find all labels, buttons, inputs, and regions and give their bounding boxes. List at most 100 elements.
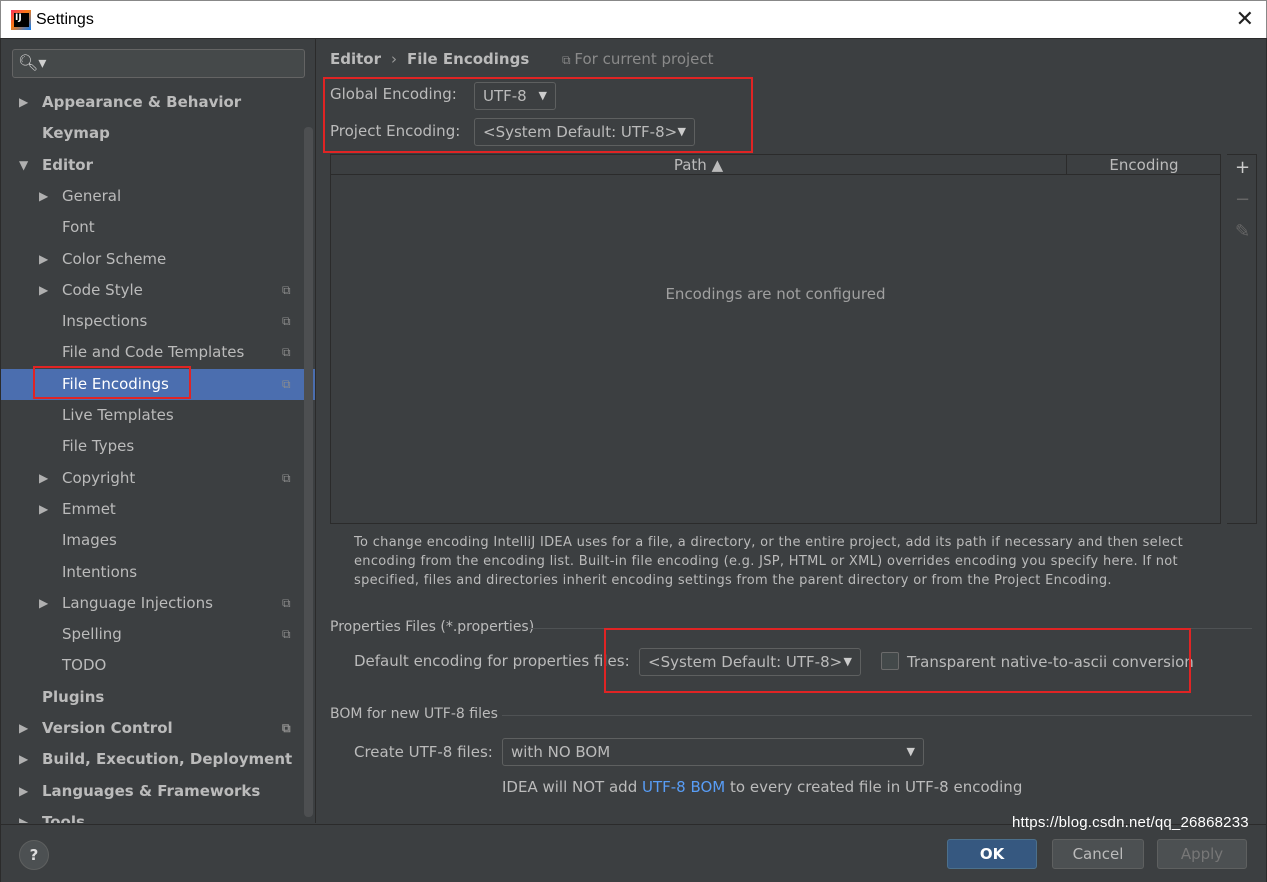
chevron-down-icon: ▼	[843, 655, 852, 668]
sidebar-item-code-style[interactable]: ▶ Code Style ⧉	[1, 275, 315, 306]
intellij-logo-icon	[11, 10, 31, 30]
sidebar-item-copyright[interactable]: ▶ Copyright ⧉	[1, 463, 315, 494]
sidebar-item-label: File Encodings	[62, 374, 169, 393]
global-encoding-combo[interactable]: UTF-8 ▼	[474, 82, 556, 110]
sidebar-item-label: File Types	[62, 437, 135, 456]
settings-search-field[interactable]: 🔍︎▾	[12, 49, 305, 78]
table-toolbar: + − ✎	[1227, 154, 1257, 524]
breadcrumb-separator: ›	[391, 50, 397, 68]
collapsed-arrow-icon[interactable]: ▶	[19, 87, 28, 118]
add-icon[interactable]: +	[1235, 157, 1250, 178]
scope-text: For current project	[574, 50, 714, 68]
sidebar-item-font[interactable]: Font	[1, 212, 315, 243]
sidebar-item-label: Tools	[42, 812, 85, 823]
sidebar-item-label: Font	[62, 218, 95, 237]
sidebar-item-language-injections[interactable]: ▶ Language Injections ⧉	[1, 588, 315, 619]
collapsed-arrow-icon[interactable]: ▶	[19, 776, 28, 807]
breadcrumb-parent[interactable]: Editor	[330, 50, 381, 68]
sidebar-item-appearance-behavior[interactable]: ▶ Appearance & Behavior	[1, 87, 315, 118]
project-encoding-value: <System Default: UTF-8>	[483, 123, 678, 141]
help-button[interactable]: ?	[19, 840, 49, 870]
collapsed-arrow-icon[interactable]: ▶	[39, 494, 48, 525]
column-header-encoding[interactable]: Encoding	[1068, 155, 1220, 175]
remove-icon[interactable]: −	[1235, 189, 1250, 210]
bom-value: with NO BOM	[511, 743, 611, 761]
sidebar-item-languages-frameworks[interactable]: ▶ Languages & Frameworks	[1, 776, 315, 807]
utf8-bom-link[interactable]: UTF-8 BOM	[642, 778, 725, 796]
collapsed-arrow-icon[interactable]: ▶	[39, 244, 48, 275]
sidebar-item-spelling[interactable]: Spelling ⧉	[1, 619, 315, 650]
sidebar-item-label: Copyright	[62, 468, 136, 487]
properties-section-title: Properties Files (*.properties)	[330, 619, 535, 635]
sidebar-item-label: TODO	[62, 656, 107, 675]
sidebar-item-label: Spelling	[62, 625, 122, 644]
watermark-url: https://blog.csdn.net/qq_26868233	[1012, 814, 1249, 831]
sidebar-item-todo[interactable]: TODO	[1, 650, 315, 681]
sidebar-item-intentions[interactable]: Intentions	[1, 557, 315, 588]
collapsed-arrow-icon[interactable]: ▶	[19, 744, 28, 775]
sidebar-item-plugins[interactable]: Plugins	[1, 682, 315, 713]
sidebar-item-inspections[interactable]: Inspections ⧉	[1, 306, 315, 337]
cancel-button[interactable]: Cancel	[1052, 839, 1144, 869]
settings-content: Editor › File Encodings ⧉ For current proj…	[317, 39, 1267, 823]
sidebar-item-editor[interactable]: ▼ Editor	[1, 150, 315, 181]
sidebar-item-label: Version Control	[42, 719, 173, 737]
sidebar-item-file-encodings[interactable]: File Encodings ⧉	[1, 368, 315, 400]
collapsed-arrow-icon[interactable]: ▶	[39, 463, 48, 494]
sidebar-item-label: Code Style	[62, 280, 143, 299]
sidebar-item-label: Color Scheme	[62, 249, 167, 268]
native-to-ascii-checkbox[interactable]	[881, 652, 899, 670]
bom-note: IDEA will NOT add UTF-8 BOM to every cre…	[502, 778, 1022, 796]
sidebar-item-label: File and Code Templates	[62, 343, 245, 362]
sidebar-item-version-control[interactable]: ▶ Version Control ⧉	[1, 713, 315, 744]
native-to-ascii-label[interactable]: Transparent native-to-ascii conversion	[907, 653, 1194, 671]
sidebar-item-tools[interactable]: ▶ Tools	[1, 807, 315, 823]
properties-encoding-value: <System Default: UTF-8>	[648, 653, 843, 671]
apply-button[interactable]: Apply	[1157, 839, 1247, 869]
sidebar-item-label: Appearance & Behavior	[42, 93, 242, 111]
collapsed-arrow-icon[interactable]: ▶	[39, 181, 48, 212]
sidebar-item-file-and-code-templates[interactable]: File and Code Templates ⧉	[1, 337, 315, 368]
sidebar-item-file-types[interactable]: File Types	[1, 431, 315, 462]
chevron-down-icon: ▼	[906, 745, 915, 758]
bom-combo[interactable]: with NO BOM ▼	[502, 738, 924, 766]
project-scope-icon: ⧉	[282, 345, 291, 360]
sidebar-item-keymap[interactable]: Keymap	[1, 118, 315, 149]
sidebar-item-label: Keymap	[42, 124, 110, 143]
sidebar-item-label: Inspections	[62, 312, 148, 331]
sidebar-item-label: Images	[62, 531, 117, 550]
column-header-path[interactable]: Path ▲	[331, 155, 1067, 175]
sidebar-item-images[interactable]: Images	[1, 525, 315, 556]
collapsed-arrow-icon[interactable]: ▶	[19, 807, 28, 823]
search-icon: 🔍︎▾	[18, 53, 47, 72]
edit-icon[interactable]: ✎	[1235, 221, 1250, 242]
create-utf8-label: Create UTF-8 files:	[354, 743, 493, 761]
properties-encoding-label: Default encoding for properties files:	[354, 652, 630, 670]
sidebar-item-build-execution-deployment[interactable]: ▶ Build, Execution, Deployment	[1, 744, 315, 775]
dialog-button-bar: ? OK Cancel Apply	[1, 824, 1266, 882]
sidebar-item-label: Live Templates	[62, 406, 174, 424]
breadcrumb: Editor › File Encodings	[330, 50, 529, 68]
table-header: Path ▲ Encoding	[331, 155, 1220, 175]
encodings-table[interactable]: Path ▲ Encoding Encodings are not config…	[330, 154, 1221, 524]
project-encoding-label: Project Encoding:	[330, 122, 461, 140]
collapsed-arrow-icon[interactable]: ▶	[39, 588, 48, 619]
sidebar-item-emmet[interactable]: ▶ Emmet	[1, 494, 315, 525]
close-icon[interactable]: ✕	[1236, 7, 1254, 32]
sidebar-item-color-scheme[interactable]: ▶ Color Scheme	[1, 244, 315, 275]
window-title: Settings	[36, 11, 94, 28]
collapsed-arrow-icon[interactable]: ▶	[19, 713, 28, 744]
table-empty-text: Encodings are not configured	[665, 285, 886, 303]
project-scope-icon: ⧉	[282, 721, 291, 735]
sidebar-scrollbar[interactable]	[304, 127, 313, 817]
sidebar-item-general[interactable]: ▶ General	[1, 181, 315, 212]
project-encoding-combo[interactable]: <System Default: UTF-8> ▼	[474, 118, 695, 146]
properties-encoding-combo[interactable]: <System Default: UTF-8> ▼	[639, 648, 861, 676]
sidebar-item-live-templates[interactable]: Live Templates	[1, 400, 315, 431]
ok-button[interactable]: OK	[947, 839, 1037, 869]
settings-dialog: 🔍︎▾ ▶ Appearance & Behavior Keymap ▼ Editor ▶…	[0, 38, 1267, 882]
settings-sidebar: 🔍︎▾ ▶ Appearance & Behavior Keymap ▼ Editor ▶…	[1, 39, 316, 823]
collapsed-arrow-icon[interactable]: ▶	[39, 275, 48, 306]
expanded-arrow-icon[interactable]: ▼	[19, 150, 28, 181]
chevron-down-icon: ▼	[538, 89, 547, 102]
